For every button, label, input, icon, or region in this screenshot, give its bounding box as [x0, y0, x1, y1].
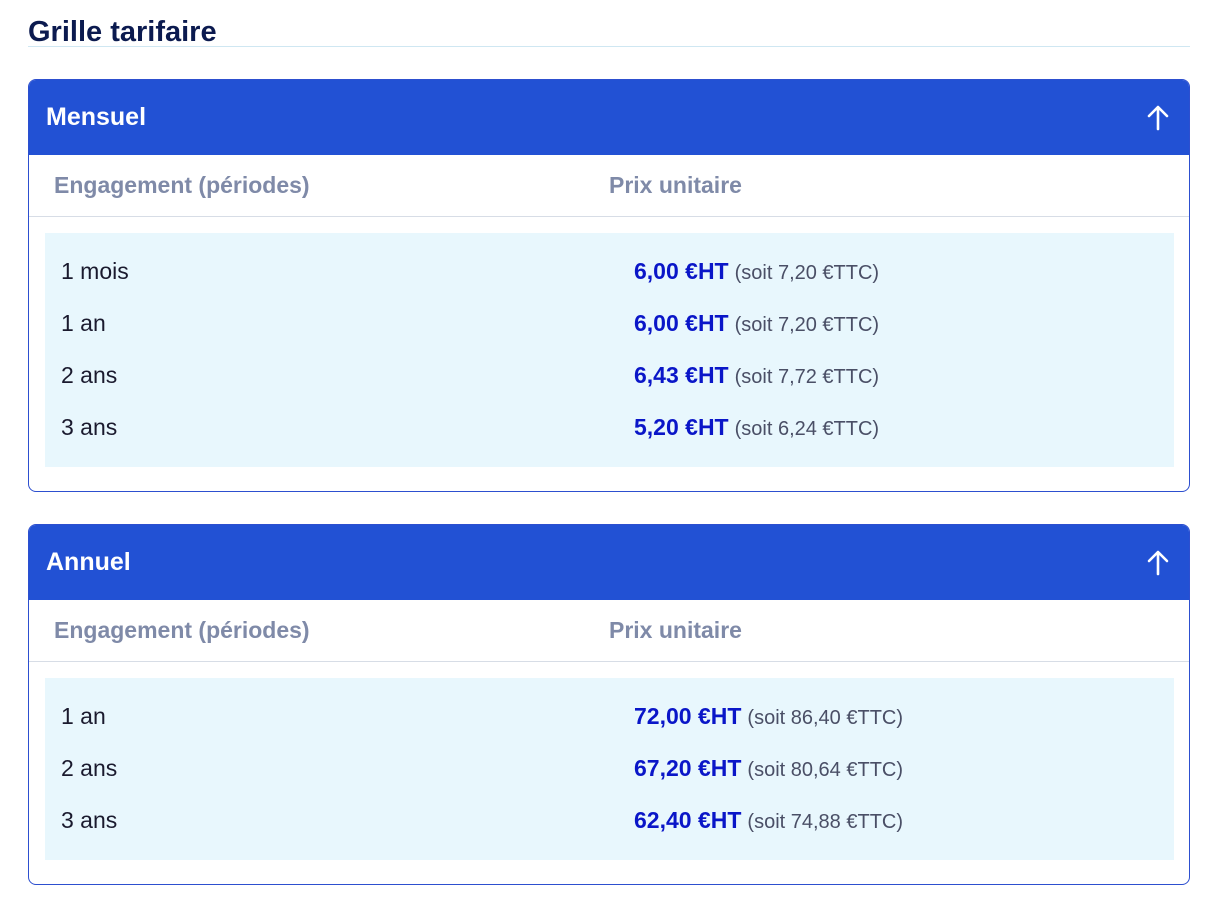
- column-header-engagement: Engagement (périodes): [54, 617, 310, 643]
- table-row: 3 ans 5,20 €HT (soit 6,24 €TTC): [45, 401, 1174, 453]
- table-body: 1 an 72,00 €HT (soit 86,40 €TTC) 2 ans 67…: [45, 678, 1174, 860]
- table-row: 3 ans 62,40 €HT (soit 74,88 €TTC): [45, 794, 1174, 846]
- pricing-page: Grille tarifaire Mensuel Engagement (pér…: [0, 0, 1212, 885]
- period-cell: 3 ans: [61, 806, 118, 833]
- price-ht: 5,20 €HT: [634, 413, 729, 440]
- period-cell: 1 an: [61, 702, 106, 729]
- price-cell: 6,43 €HT (soit 7,72 €TTC): [634, 362, 1174, 389]
- period-cell: 1 an: [61, 309, 106, 336]
- price-ttc: (soit 80,64 €TTC): [747, 758, 904, 781]
- period-cell: 2 ans: [61, 754, 118, 781]
- price-ht: 6,43 €HT: [634, 361, 729, 388]
- arrow-up-icon[interactable]: [1143, 103, 1173, 133]
- table-header: Engagement (périodes) Prix unitaire: [29, 600, 1189, 662]
- price-cell: 5,20 €HT (soit 6,24 €TTC): [634, 414, 1174, 441]
- panel-title: Annuel: [46, 548, 131, 576]
- panel-header-yearly[interactable]: Annuel: [29, 525, 1189, 600]
- page-title: Grille tarifaire: [28, 0, 1190, 48]
- price-ht: 62,40 €HT: [634, 806, 742, 833]
- price-ttc: (soit 7,20 €TTC): [734, 261, 880, 284]
- price-ttc: (soit 7,72 €TTC): [734, 365, 880, 388]
- period-cell: 1 mois: [61, 257, 129, 284]
- price-cell: 67,20 €HT (soit 80,64 €TTC): [634, 755, 1174, 782]
- pricing-panel-monthly: Mensuel Engagement (périodes) Prix unita…: [28, 79, 1190, 492]
- panel-title: Mensuel: [46, 103, 147, 131]
- period-cell: 3 ans: [61, 413, 118, 440]
- table-body: 1 mois 6,00 €HT (soit 7,20 €TTC) 1 an 6,0…: [45, 233, 1174, 467]
- pricing-panel-yearly: Annuel Engagement (périodes) Prix unitai…: [28, 524, 1190, 885]
- price-ht: 6,00 €HT: [634, 257, 729, 284]
- table-row: 2 ans 67,20 €HT (soit 80,64 €TTC): [45, 742, 1174, 794]
- price-ttc: (soit 74,88 €TTC): [747, 810, 904, 833]
- table-row: 1 an 6,00 €HT (soit 7,20 €TTC): [45, 297, 1174, 349]
- price-ht: 72,00 €HT: [634, 702, 742, 729]
- price-cell: 6,00 €HT (soit 7,20 €TTC): [634, 310, 1174, 337]
- column-header-price: Prix unitaire: [609, 172, 742, 198]
- price-ttc: (soit 7,20 €TTC): [734, 313, 880, 336]
- price-ht: 67,20 €HT: [634, 754, 742, 781]
- period-cell: 2 ans: [61, 361, 118, 388]
- panel-header-monthly[interactable]: Mensuel: [29, 80, 1189, 155]
- table-header: Engagement (périodes) Prix unitaire: [29, 155, 1189, 217]
- price-ht: 6,00 €HT: [634, 309, 729, 336]
- table-row: 1 an 72,00 €HT (soit 86,40 €TTC): [45, 690, 1174, 742]
- table-row: 2 ans 6,43 €HT (soit 7,72 €TTC): [45, 349, 1174, 401]
- price-ttc: (soit 86,40 €TTC): [747, 706, 904, 729]
- arrow-up-icon[interactable]: [1143, 548, 1173, 578]
- price-cell: 62,40 €HT (soit 74,88 €TTC): [634, 807, 1174, 834]
- price-ttc: (soit 6,24 €TTC): [734, 417, 880, 440]
- table-row: 1 mois 6,00 €HT (soit 7,20 €TTC): [45, 245, 1174, 297]
- price-cell: 6,00 €HT (soit 7,20 €TTC): [634, 258, 1174, 285]
- column-header-engagement: Engagement (périodes): [54, 172, 310, 198]
- column-header-price: Prix unitaire: [609, 617, 742, 643]
- price-cell: 72,00 €HT (soit 86,40 €TTC): [634, 703, 1174, 730]
